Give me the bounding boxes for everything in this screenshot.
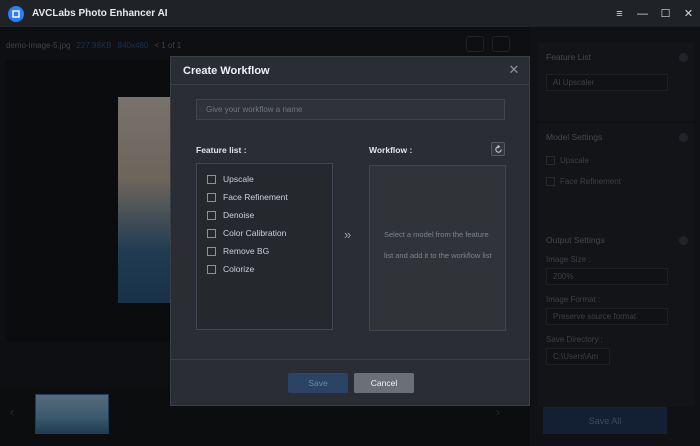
checkbox[interactable]: [207, 246, 216, 256]
dialog-header: Create Workflow ✕: [171, 57, 529, 85]
cancel-button[interactable]: Cancel: [354, 373, 414, 393]
close-window-icon[interactable]: ✕: [677, 0, 700, 27]
menu-icon[interactable]: ≡: [608, 0, 631, 27]
workflow-empty-hint: Select a model from the feature list and…: [384, 230, 492, 260]
feature-label: Denoise: [223, 210, 255, 220]
create-workflow-dialog: Create Workflow ✕ Feature list : Workflo…: [170, 56, 530, 406]
checkbox[interactable]: [207, 264, 216, 274]
maximize-icon[interactable]: ☐: [654, 0, 677, 27]
feature-item-denoise[interactable]: Denoise: [207, 209, 254, 221]
workflow-list-box: Select a model from the feature list and…: [369, 165, 506, 331]
checkbox[interactable]: [207, 174, 216, 184]
dialog-divider: [171, 359, 529, 360]
title-bar: AVCLabs Photo Enhancer AI ≡ — ☐ ✕: [0, 0, 700, 27]
feature-list-label: Feature list :: [196, 145, 247, 155]
feature-label: Colorize: [223, 264, 255, 274]
checkbox[interactable]: [207, 228, 216, 238]
feature-label: Color Calibration: [223, 228, 287, 238]
close-icon[interactable]: ✕: [507, 63, 521, 77]
feature-label: Face Refinement: [223, 192, 288, 202]
feature-item-colorize[interactable]: Colorize: [207, 263, 254, 275]
dialog-title: Create Workflow: [183, 65, 270, 77]
feature-list-box: Upscale Face Refinement Denoise Color Ca…: [196, 163, 333, 330]
app-logo-icon: [8, 5, 24, 22]
refresh-icon: [494, 144, 502, 153]
reset-workflow-button[interactable]: [491, 142, 505, 156]
save-button[interactable]: Save: [288, 373, 348, 393]
feature-label: Upscale: [223, 174, 254, 184]
workflow-label: Workflow :: [369, 145, 413, 155]
feature-item-remove-bg[interactable]: Remove BG: [207, 245, 269, 257]
app-title: AVCLabs Photo Enhancer AI: [32, 8, 168, 19]
feature-item-upscale[interactable]: Upscale: [207, 173, 254, 185]
workflow-name-input[interactable]: [196, 99, 505, 120]
checkbox[interactable]: [207, 192, 216, 202]
feature-label: Remove BG: [223, 246, 270, 256]
minimize-icon[interactable]: —: [631, 0, 654, 27]
checkbox[interactable]: [207, 210, 216, 220]
feature-item-color-calibration[interactable]: Color Calibration: [207, 227, 286, 239]
feature-item-face-refinement[interactable]: Face Refinement: [207, 191, 288, 203]
add-to-workflow-icon[interactable]: »: [344, 228, 358, 242]
